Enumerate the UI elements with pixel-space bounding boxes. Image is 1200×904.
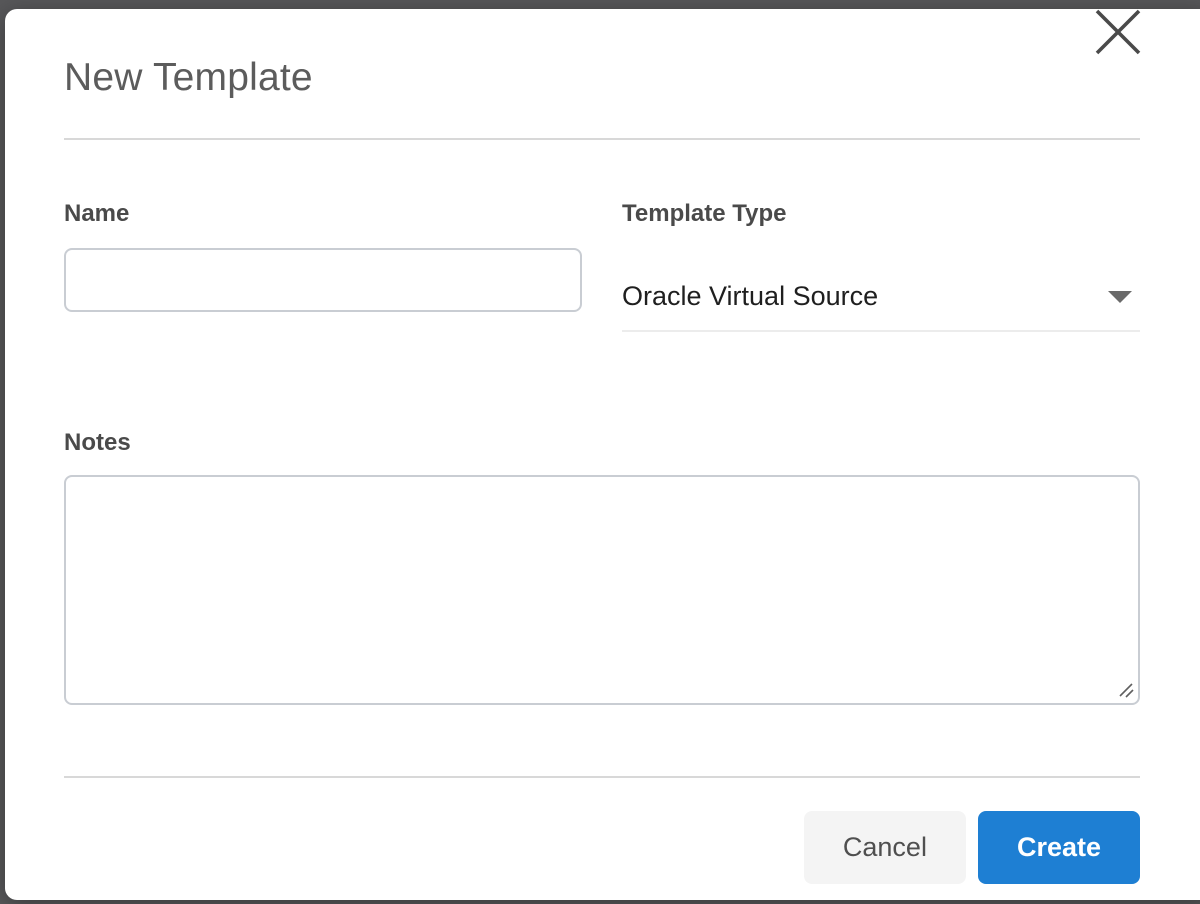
chevron-down-icon xyxy=(1108,291,1132,303)
notes-field-group: Notes xyxy=(64,429,1140,705)
footer-divider xyxy=(64,776,1140,778)
new-template-dialog: New Template Name Template Type Oracle V… xyxy=(5,9,1200,900)
dialog-footer: Cancel Create xyxy=(64,811,1140,884)
cancel-button[interactable]: Cancel xyxy=(804,811,966,884)
template-type-select[interactable]: Oracle Virtual Source xyxy=(622,283,1140,332)
dialog-header: New Template xyxy=(64,9,1140,102)
name-input[interactable] xyxy=(64,248,582,312)
name-label: Name xyxy=(64,200,582,228)
dialog-title: New Template xyxy=(64,55,1140,102)
header-divider xyxy=(64,138,1140,140)
notes-label: Notes xyxy=(64,429,1140,457)
create-button[interactable]: Create xyxy=(978,811,1140,884)
template-type-field-group: Template Type Oracle Virtual Source xyxy=(622,200,1140,333)
close-icon xyxy=(1089,3,1147,61)
notes-textarea-wrap xyxy=(64,475,1140,705)
notes-textarea[interactable] xyxy=(64,475,1140,705)
template-type-selected-value: Oracle Virtual Source xyxy=(622,283,878,310)
close-button[interactable] xyxy=(1088,2,1148,62)
form-row-top: Name Template Type Oracle Virtual Source xyxy=(64,200,1140,333)
template-type-label: Template Type xyxy=(622,200,1140,228)
name-field-group: Name xyxy=(64,200,582,333)
